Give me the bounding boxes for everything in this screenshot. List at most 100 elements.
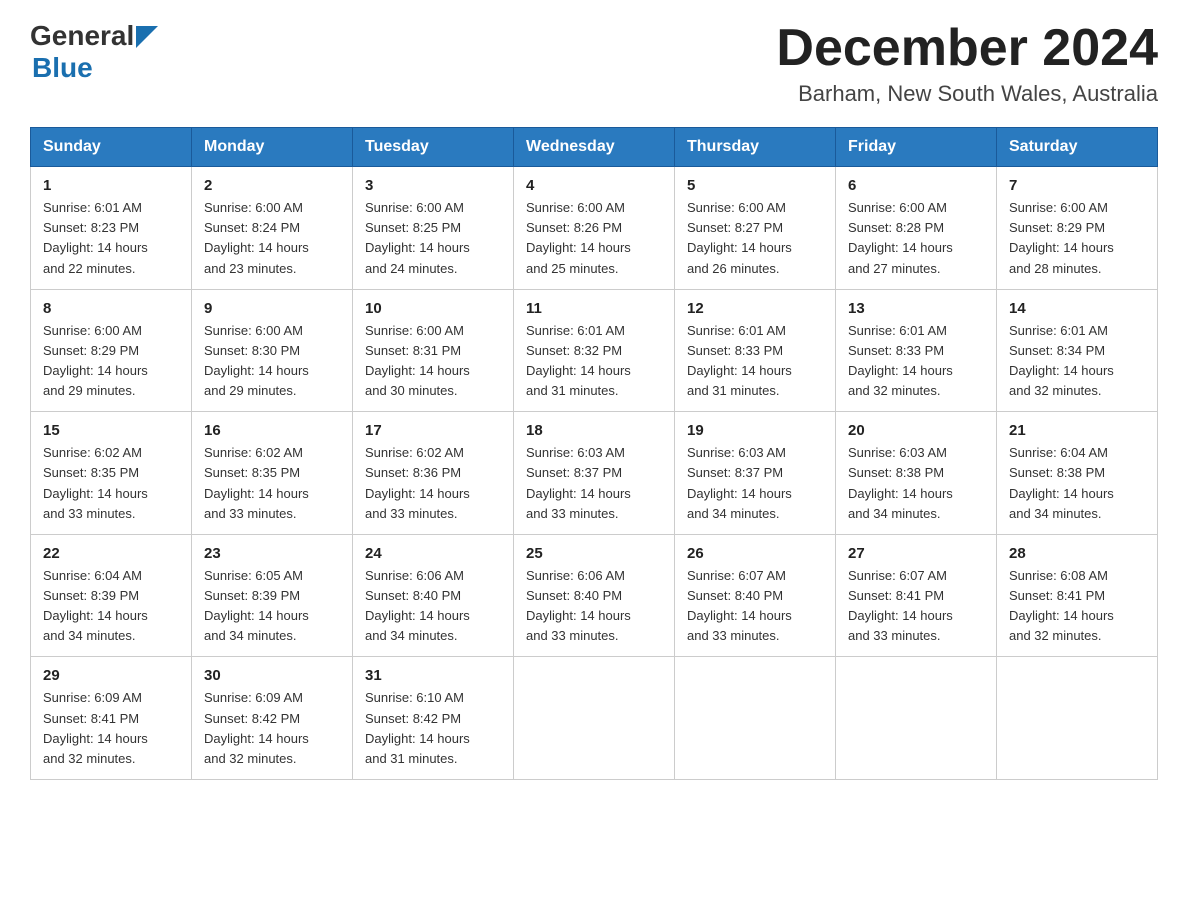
day-info: Sunrise: 6:02 AMSunset: 8:35 PMDaylight:…	[204, 443, 340, 524]
day-number: 1	[43, 177, 179, 194]
calendar-cell: 5 Sunrise: 6:00 AMSunset: 8:27 PMDaylight…	[675, 167, 836, 290]
day-number: 7	[1009, 177, 1145, 194]
day-info: Sunrise: 6:01 AMSunset: 8:33 PMDaylight:…	[848, 321, 984, 402]
day-number: 10	[365, 300, 501, 317]
calendar-table: SundayMondayTuesdayWednesdayThursdayFrid…	[30, 127, 1158, 780]
day-info: Sunrise: 6:04 AMSunset: 8:39 PMDaylight:…	[43, 566, 179, 647]
day-info: Sunrise: 6:05 AMSunset: 8:39 PMDaylight:…	[204, 566, 340, 647]
day-number: 9	[204, 300, 340, 317]
day-info: Sunrise: 6:00 AMSunset: 8:25 PMDaylight:…	[365, 198, 501, 279]
calendar-week-row: 29 Sunrise: 6:09 AMSunset: 8:41 PMDayligh…	[31, 657, 1158, 780]
day-number: 20	[848, 422, 984, 439]
day-info: Sunrise: 6:00 AMSunset: 8:26 PMDaylight:…	[526, 198, 662, 279]
calendar-week-row: 22 Sunrise: 6:04 AMSunset: 8:39 PMDayligh…	[31, 534, 1158, 657]
day-info: Sunrise: 6:04 AMSunset: 8:38 PMDaylight:…	[1009, 443, 1145, 524]
calendar-cell: 18 Sunrise: 6:03 AMSunset: 8:37 PMDayligh…	[514, 412, 675, 535]
day-number: 19	[687, 422, 823, 439]
calendar-cell: 9 Sunrise: 6:00 AMSunset: 8:30 PMDaylight…	[192, 289, 353, 412]
day-number: 25	[526, 545, 662, 562]
day-number: 18	[526, 422, 662, 439]
day-number: 17	[365, 422, 501, 439]
weekday-header-sunday: Sunday	[31, 128, 192, 167]
calendar-cell: 10 Sunrise: 6:00 AMSunset: 8:31 PMDayligh…	[353, 289, 514, 412]
day-info: Sunrise: 6:00 AMSunset: 8:29 PMDaylight:…	[43, 321, 179, 402]
day-info: Sunrise: 6:00 AMSunset: 8:28 PMDaylight:…	[848, 198, 984, 279]
day-info: Sunrise: 6:01 AMSunset: 8:23 PMDaylight:…	[43, 198, 179, 279]
calendar-cell	[514, 657, 675, 780]
day-number: 6	[848, 177, 984, 194]
calendar-cell	[836, 657, 997, 780]
calendar-cell: 17 Sunrise: 6:02 AMSunset: 8:36 PMDayligh…	[353, 412, 514, 535]
day-info: Sunrise: 6:10 AMSunset: 8:42 PMDaylight:…	[365, 688, 501, 769]
calendar-week-row: 15 Sunrise: 6:02 AMSunset: 8:35 PMDayligh…	[31, 412, 1158, 535]
weekday-header-row: SundayMondayTuesdayWednesdayThursdayFrid…	[31, 128, 1158, 167]
calendar-cell	[997, 657, 1158, 780]
day-info: Sunrise: 6:00 AMSunset: 8:24 PMDaylight:…	[204, 198, 340, 279]
day-number: 8	[43, 300, 179, 317]
day-info: Sunrise: 6:02 AMSunset: 8:36 PMDaylight:…	[365, 443, 501, 524]
logo: General Blue	[30, 20, 158, 84]
day-info: Sunrise: 6:01 AMSunset: 8:33 PMDaylight:…	[687, 321, 823, 402]
calendar-cell: 21 Sunrise: 6:04 AMSunset: 8:38 PMDayligh…	[997, 412, 1158, 535]
calendar-cell: 25Sunrise: 6:06 AMSunset: 8:40 PMDayligh…	[514, 534, 675, 657]
calendar-cell: 13 Sunrise: 6:01 AMSunset: 8:33 PMDayligh…	[836, 289, 997, 412]
calendar-week-row: 8 Sunrise: 6:00 AMSunset: 8:29 PMDaylight…	[31, 289, 1158, 412]
day-number: 15	[43, 422, 179, 439]
day-info: Sunrise: 6:09 AMSunset: 8:41 PMDaylight:…	[43, 688, 179, 769]
day-number: 26	[687, 545, 823, 562]
day-number: 27	[848, 545, 984, 562]
day-info: Sunrise: 6:03 AMSunset: 8:37 PMDaylight:…	[526, 443, 662, 524]
calendar-cell: 28Sunrise: 6:08 AMSunset: 8:41 PMDayligh…	[997, 534, 1158, 657]
calendar-cell: 16 Sunrise: 6:02 AMSunset: 8:35 PMDayligh…	[192, 412, 353, 535]
calendar-cell: 7Sunrise: 6:00 AMSunset: 8:29 PMDaylight…	[997, 167, 1158, 290]
calendar-cell: 1 Sunrise: 6:01 AMSunset: 8:23 PMDaylight…	[31, 167, 192, 290]
day-info: Sunrise: 6:07 AMSunset: 8:41 PMDaylight:…	[848, 566, 984, 647]
day-number: 30	[204, 667, 340, 684]
day-number: 5	[687, 177, 823, 194]
calendar-cell: 31Sunrise: 6:10 AMSunset: 8:42 PMDayligh…	[353, 657, 514, 780]
day-number: 11	[526, 300, 662, 317]
day-number: 4	[526, 177, 662, 194]
day-info: Sunrise: 6:03 AMSunset: 8:37 PMDaylight:…	[687, 443, 823, 524]
calendar-cell: 8 Sunrise: 6:00 AMSunset: 8:29 PMDaylight…	[31, 289, 192, 412]
location-subtitle: Barham, New South Wales, Australia	[776, 81, 1158, 107]
calendar-cell: 4 Sunrise: 6:00 AMSunset: 8:26 PMDaylight…	[514, 167, 675, 290]
logo-blue-text: Blue	[32, 52, 93, 84]
day-info: Sunrise: 6:00 AMSunset: 8:27 PMDaylight:…	[687, 198, 823, 279]
day-number: 16	[204, 422, 340, 439]
day-info: Sunrise: 6:08 AMSunset: 8:41 PMDaylight:…	[1009, 566, 1145, 647]
calendar-cell: 15 Sunrise: 6:02 AMSunset: 8:35 PMDayligh…	[31, 412, 192, 535]
calendar-cell: 3Sunrise: 6:00 AMSunset: 8:25 PMDaylight…	[353, 167, 514, 290]
weekday-header-thursday: Thursday	[675, 128, 836, 167]
calendar-week-row: 1 Sunrise: 6:01 AMSunset: 8:23 PMDaylight…	[31, 167, 1158, 290]
day-number: 29	[43, 667, 179, 684]
weekday-header-wednesday: Wednesday	[514, 128, 675, 167]
day-info: Sunrise: 6:02 AMSunset: 8:35 PMDaylight:…	[43, 443, 179, 524]
day-info: Sunrise: 6:01 AMSunset: 8:34 PMDaylight:…	[1009, 321, 1145, 402]
calendar-cell: 23 Sunrise: 6:05 AMSunset: 8:39 PMDayligh…	[192, 534, 353, 657]
calendar-cell: 6 Sunrise: 6:00 AMSunset: 8:28 PMDaylight…	[836, 167, 997, 290]
day-number: 24	[365, 545, 501, 562]
day-info: Sunrise: 6:03 AMSunset: 8:38 PMDaylight:…	[848, 443, 984, 524]
day-info: Sunrise: 6:00 AMSunset: 8:30 PMDaylight:…	[204, 321, 340, 402]
day-info: Sunrise: 6:01 AMSunset: 8:32 PMDaylight:…	[526, 321, 662, 402]
day-number: 12	[687, 300, 823, 317]
calendar-cell: 27 Sunrise: 6:07 AMSunset: 8:41 PMDayligh…	[836, 534, 997, 657]
day-number: 23	[204, 545, 340, 562]
day-info: Sunrise: 6:00 AMSunset: 8:31 PMDaylight:…	[365, 321, 501, 402]
page-header: General Blue December 2024 Barham, New S…	[30, 20, 1158, 107]
day-number: 13	[848, 300, 984, 317]
calendar-cell: 2Sunrise: 6:00 AMSunset: 8:24 PMDaylight…	[192, 167, 353, 290]
title-section: December 2024 Barham, New South Wales, A…	[776, 20, 1158, 107]
logo-triangle-icon	[136, 26, 158, 48]
calendar-cell: 20 Sunrise: 6:03 AMSunset: 8:38 PMDayligh…	[836, 412, 997, 535]
calendar-cell: 14Sunrise: 6:01 AMSunset: 8:34 PMDayligh…	[997, 289, 1158, 412]
calendar-cell: 26Sunrise: 6:07 AMSunset: 8:40 PMDayligh…	[675, 534, 836, 657]
day-number: 21	[1009, 422, 1145, 439]
calendar-cell: 24 Sunrise: 6:06 AMSunset: 8:40 PMDayligh…	[353, 534, 514, 657]
calendar-cell: 11 Sunrise: 6:01 AMSunset: 8:32 PMDayligh…	[514, 289, 675, 412]
day-info: Sunrise: 6:06 AMSunset: 8:40 PMDaylight:…	[365, 566, 501, 647]
day-number: 22	[43, 545, 179, 562]
day-info: Sunrise: 6:09 AMSunset: 8:42 PMDaylight:…	[204, 688, 340, 769]
calendar-cell: 22 Sunrise: 6:04 AMSunset: 8:39 PMDayligh…	[31, 534, 192, 657]
